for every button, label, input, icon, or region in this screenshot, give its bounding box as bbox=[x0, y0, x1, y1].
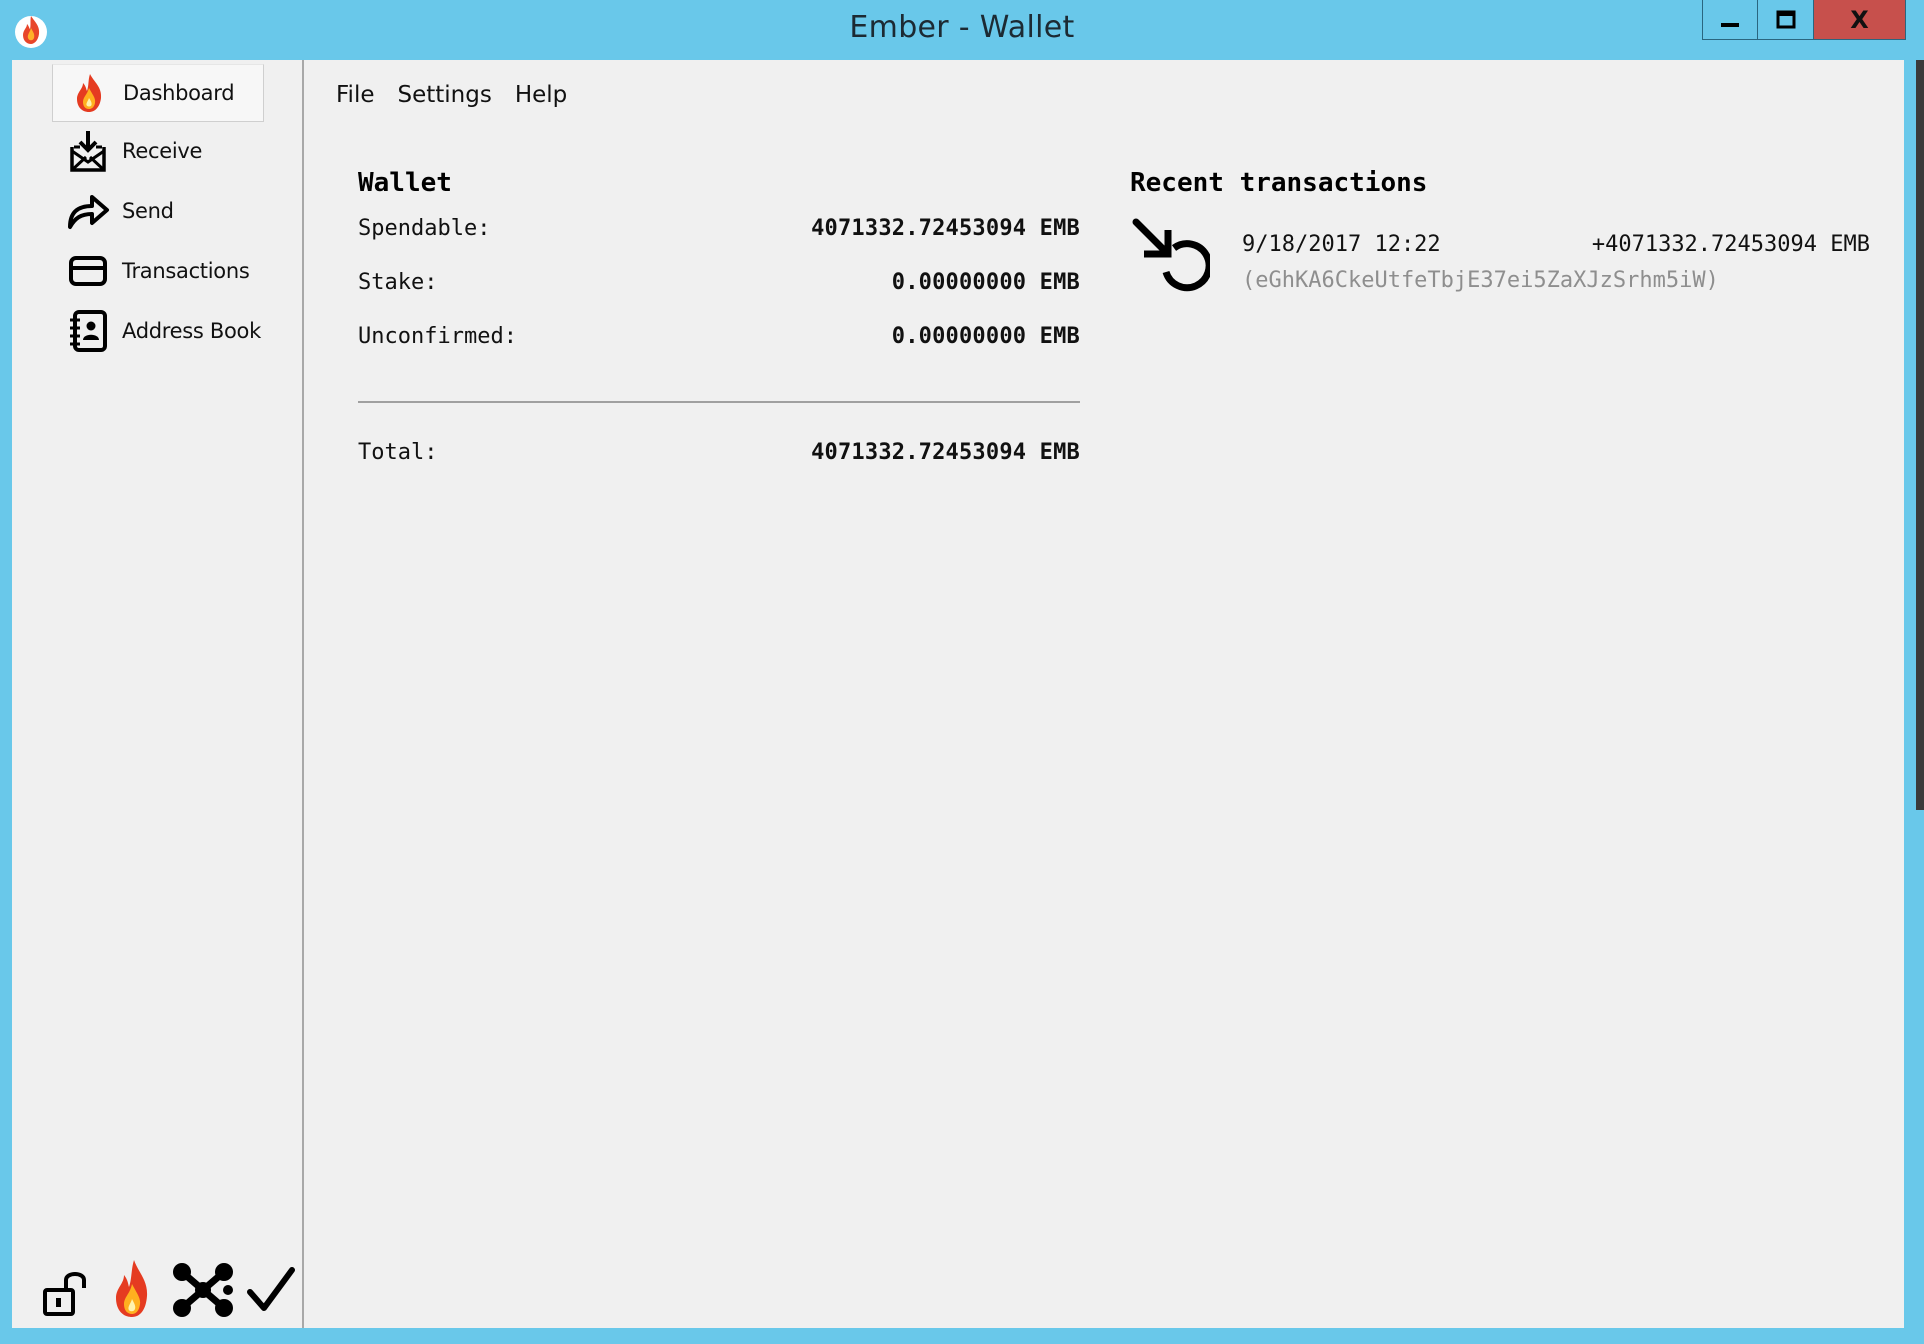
unlock-icon[interactable] bbox=[42, 1268, 90, 1322]
card-icon bbox=[66, 249, 110, 293]
flame-icon bbox=[67, 71, 111, 115]
incoming-pending-icon bbox=[1130, 216, 1213, 304]
wallet-summary: Wallet Spendable: 4071332.72453094 EMB S… bbox=[358, 168, 1080, 368]
receive-icon bbox=[66, 129, 110, 173]
total-value: 4071332.72453094 EMB bbox=[811, 440, 1080, 465]
maximize-icon bbox=[1776, 10, 1795, 28]
recent-title: Recent transactions bbox=[1130, 168, 1428, 198]
transaction-item[interactable]: 9/18/2017 12:22 +4071332.72453094 EMB (e… bbox=[1130, 214, 1870, 304]
sidebar-item-receive[interactable]: Receive bbox=[52, 122, 264, 180]
sidebar-item-label: Transactions bbox=[122, 259, 250, 283]
balance-row-stake: Stake: 0.00000000 EMB bbox=[358, 260, 1080, 314]
sidebar-item-label: Address Book bbox=[122, 319, 261, 343]
balance-label: Spendable: bbox=[358, 216, 491, 241]
total-divider bbox=[358, 401, 1080, 403]
window-controls: X bbox=[1702, 0, 1906, 40]
title-bar[interactable]: Ember - Wallet X bbox=[0, 0, 1924, 60]
total-label: Total: bbox=[358, 440, 438, 465]
network-icon[interactable] bbox=[170, 1260, 236, 1324]
window-title: Ember - Wallet bbox=[849, 10, 1075, 45]
wallet-title: Wallet bbox=[358, 168, 452, 198]
menu-bar: File Settings Help bbox=[336, 82, 590, 108]
sidebar-item-address-book[interactable]: Address Book bbox=[52, 302, 264, 360]
client-area: Dashboard Receive Send Transactions Addr… bbox=[12, 60, 1904, 1328]
sidebar: Dashboard Receive Send Transactions Addr… bbox=[12, 60, 304, 1328]
transaction-date: 9/18/2017 12:22 bbox=[1242, 232, 1441, 257]
status-bar bbox=[30, 1256, 295, 1324]
minimize-button[interactable] bbox=[1702, 0, 1758, 40]
balance-value: 4071332.72453094 EMB bbox=[811, 216, 1080, 241]
sidebar-item-transactions[interactable]: Transactions bbox=[52, 242, 264, 300]
recent-transactions: Recent transactions 9/18/2017 12:22 +407… bbox=[1130, 168, 1870, 293]
sidebar-item-dashboard[interactable]: Dashboard bbox=[52, 64, 264, 122]
main-panel: File Settings Help Wallet Spendable: 407… bbox=[304, 60, 1904, 1328]
app-window: Ember - Wallet X Dashboard Receive Send … bbox=[0, 0, 1924, 1344]
balance-row-unconfirmed: Unconfirmed: 0.00000000 EMB bbox=[358, 314, 1080, 368]
maximize-button[interactable] bbox=[1758, 0, 1814, 40]
minimize-icon bbox=[1721, 22, 1739, 27]
checkmark-icon[interactable] bbox=[246, 1264, 296, 1320]
balance-row-spendable: Spendable: 4071332.72453094 EMB bbox=[358, 206, 1080, 260]
address-book-icon bbox=[66, 309, 110, 353]
window-edge-scrollbar[interactable] bbox=[1916, 60, 1924, 810]
flame-icon[interactable] bbox=[112, 1258, 152, 1324]
sidebar-item-label: Send bbox=[122, 199, 174, 223]
menu-help[interactable]: Help bbox=[515, 82, 567, 108]
sidebar-item-label: Dashboard bbox=[123, 81, 235, 105]
balance-row-total: Total: 4071332.72453094 EMB bbox=[358, 430, 1080, 484]
send-arrow-icon bbox=[66, 189, 110, 233]
balance-value: 0.00000000 EMB bbox=[891, 324, 1080, 349]
balance-label: Stake: bbox=[358, 270, 438, 295]
menu-file[interactable]: File bbox=[336, 82, 375, 108]
transaction-amount: +4071332.72453094 EMB bbox=[1591, 232, 1870, 257]
transaction-address: (eGhKA6CkeUtfeTbjE37ei5ZaXJzSrhm5iW) bbox=[1242, 268, 1719, 293]
balance-value: 0.00000000 EMB bbox=[891, 270, 1080, 295]
balance-label: Unconfirmed: bbox=[358, 324, 517, 349]
sidebar-item-send[interactable]: Send bbox=[52, 182, 264, 240]
menu-settings[interactable]: Settings bbox=[398, 82, 492, 108]
sidebar-item-label: Receive bbox=[122, 139, 203, 163]
close-label: X bbox=[1850, 5, 1869, 34]
close-button[interactable]: X bbox=[1814, 0, 1906, 40]
